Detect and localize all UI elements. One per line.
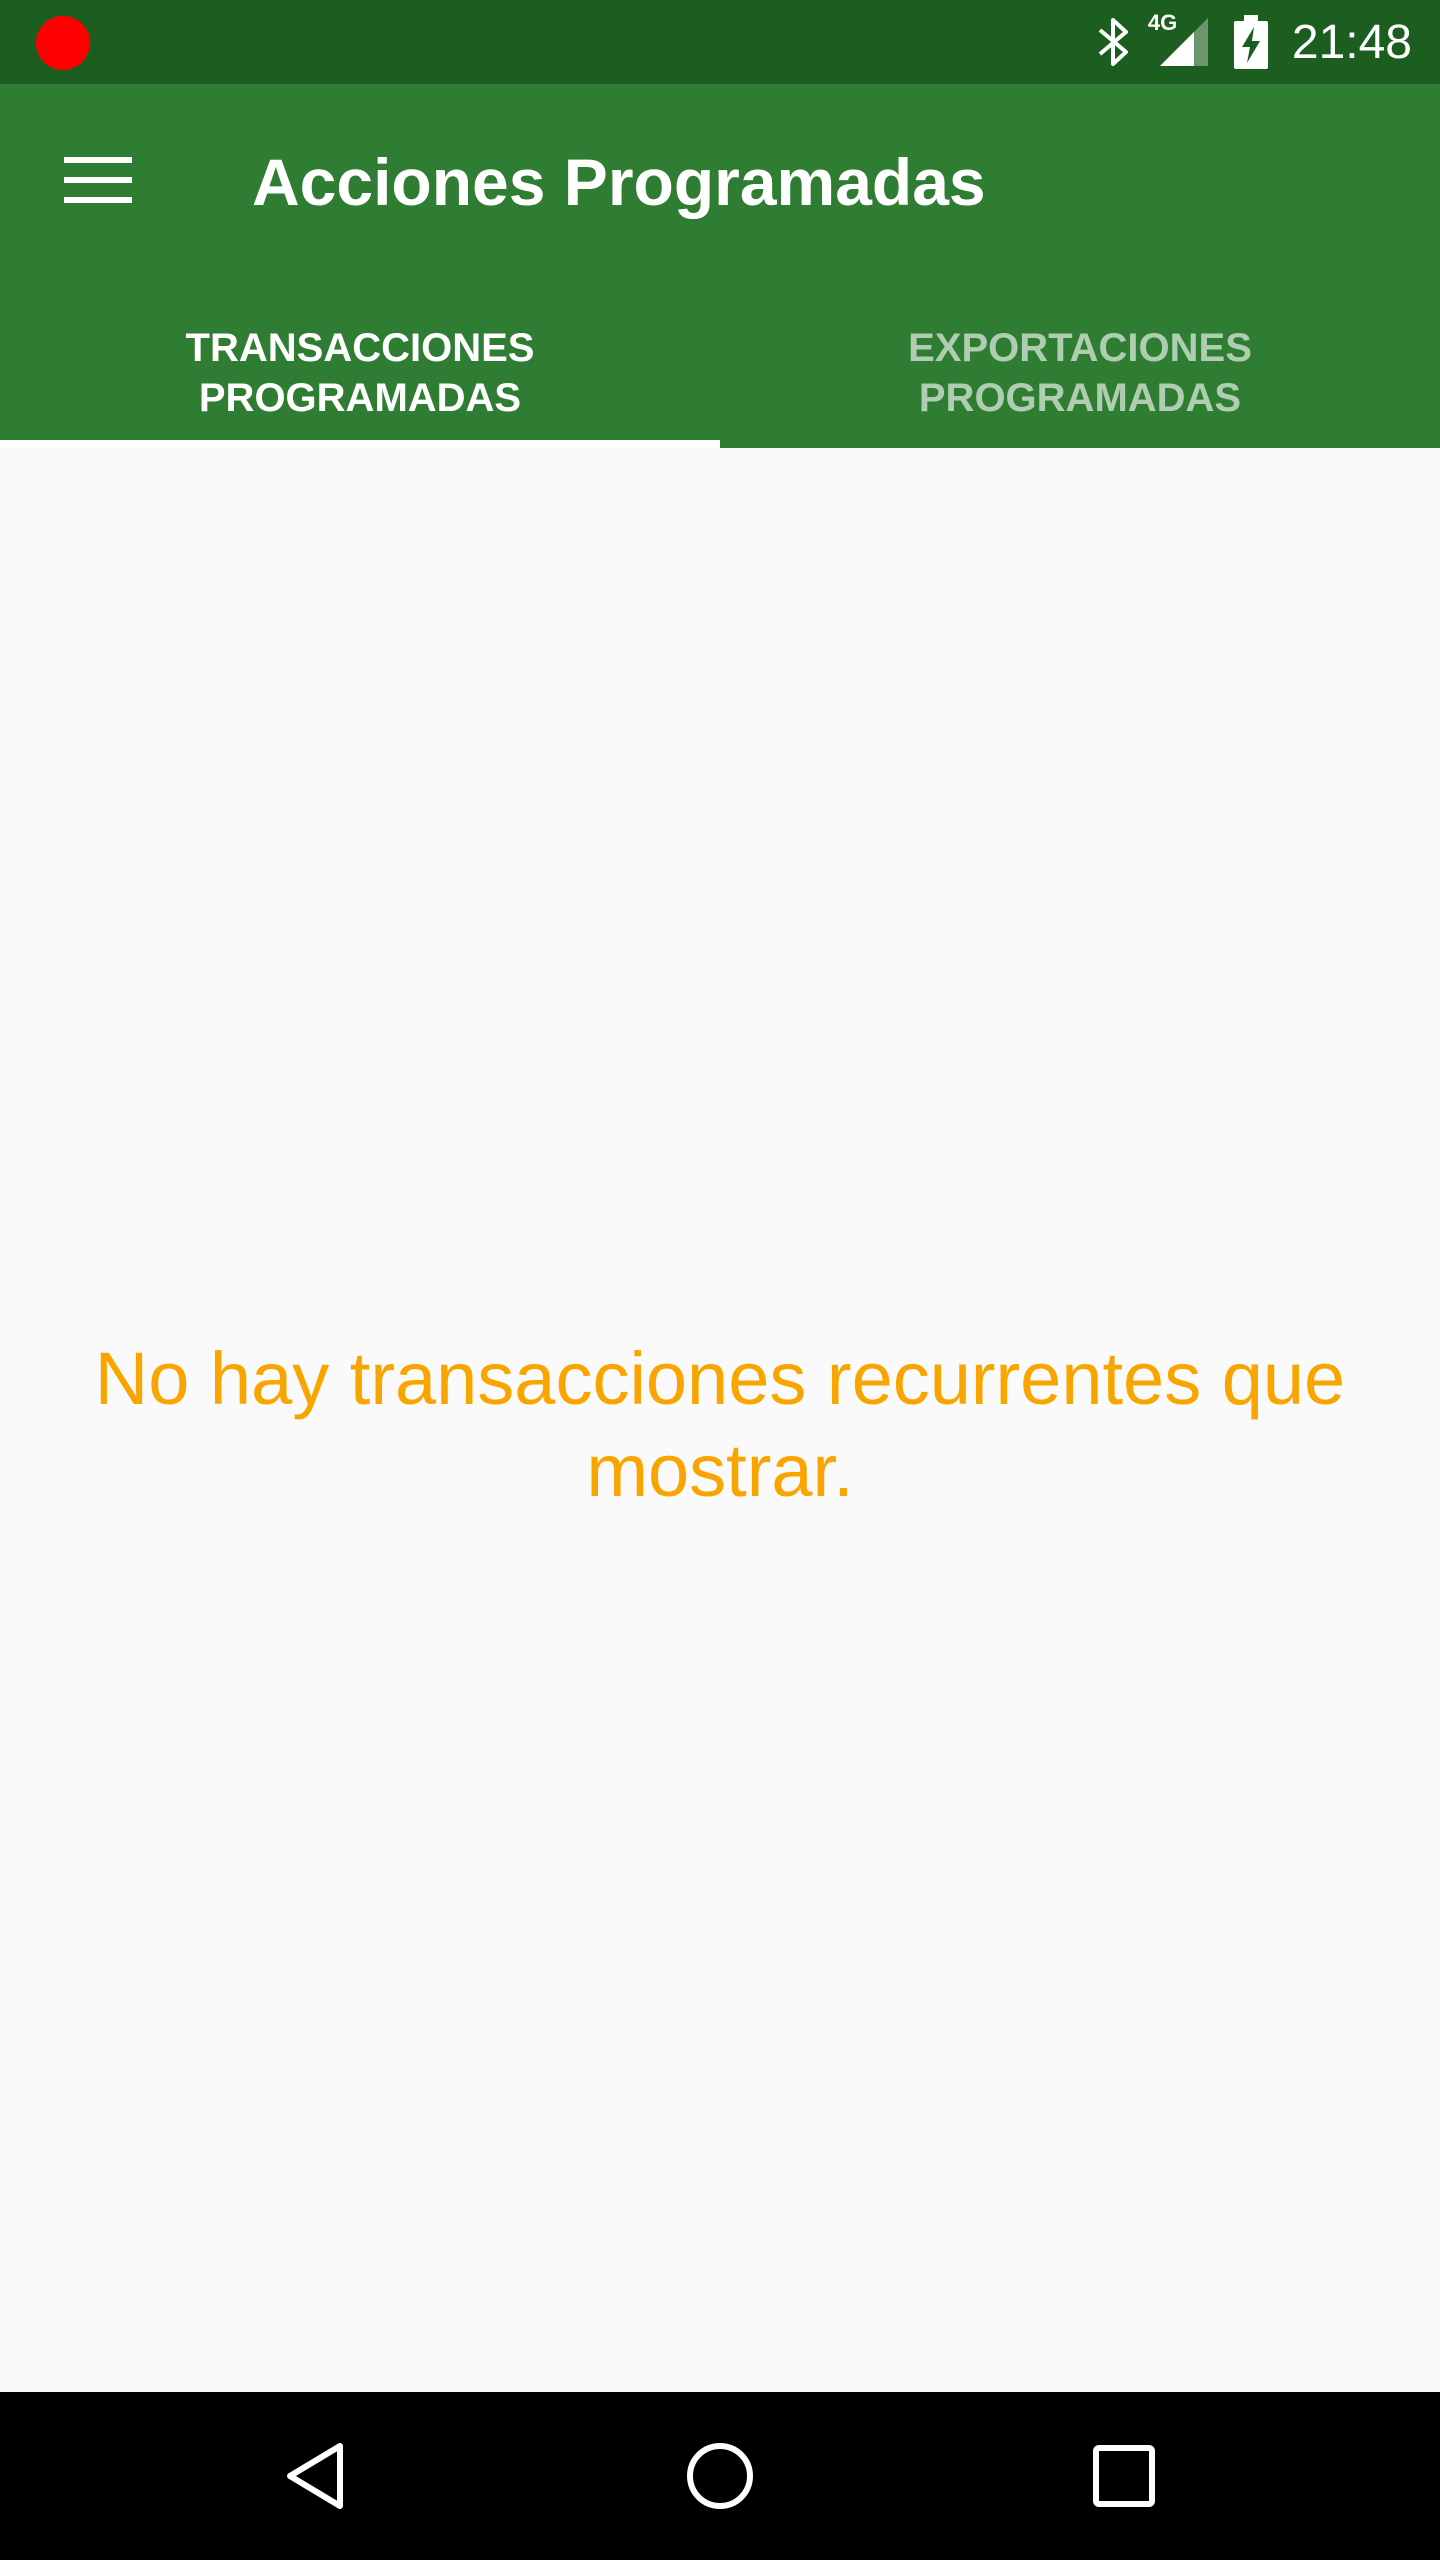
battery-charging-icon xyxy=(1232,13,1270,71)
navigation-bar xyxy=(0,2392,1440,2560)
tab-label-line2: PROGRAMADAS xyxy=(918,376,1242,420)
app-bar: Acciones Programadas TRANSACCIONES PROGR… xyxy=(0,84,1440,448)
tab-scheduled-transactions[interactable]: TRANSACCIONES PROGRAMADAS xyxy=(0,312,720,448)
status-time: 21:48 xyxy=(1291,15,1412,69)
home-icon[interactable] xyxy=(670,2426,770,2526)
selected-tab-indicator xyxy=(0,440,720,448)
recents-icon[interactable] xyxy=(1074,2426,1174,2526)
record-icon xyxy=(36,16,90,70)
status-icons: 4G 21:48 xyxy=(1074,0,1412,84)
back-icon[interactable] xyxy=(266,2426,366,2526)
main-content: No hay transacciones recurrentes que mos… xyxy=(0,448,1440,2392)
empty-state-message: No hay transacciones recurrentes que mos… xyxy=(94,1337,1346,1512)
bluetooth-icon xyxy=(1096,16,1132,68)
tab-scheduled-exports[interactable]: EXPORTACIONES PROGRAMADAS xyxy=(720,312,1440,448)
network-type-label: 4G xyxy=(1147,10,1178,35)
tab-bar: TRANSACCIONES PROGRAMADAS EXPORTACIONES … xyxy=(0,312,1440,448)
tab-label-line1: TRANSACCIONES xyxy=(185,326,535,370)
hamburger-menu-icon[interactable] xyxy=(54,136,142,224)
tab-label-line2: PROGRAMADAS xyxy=(198,376,522,420)
tab-label-line1: EXPORTACIONES xyxy=(908,326,1252,370)
status-bar: 4G 21:48 xyxy=(0,0,1440,84)
page-title: Acciones Programadas xyxy=(252,145,986,219)
signal-icon: 4G xyxy=(1148,10,1210,72)
